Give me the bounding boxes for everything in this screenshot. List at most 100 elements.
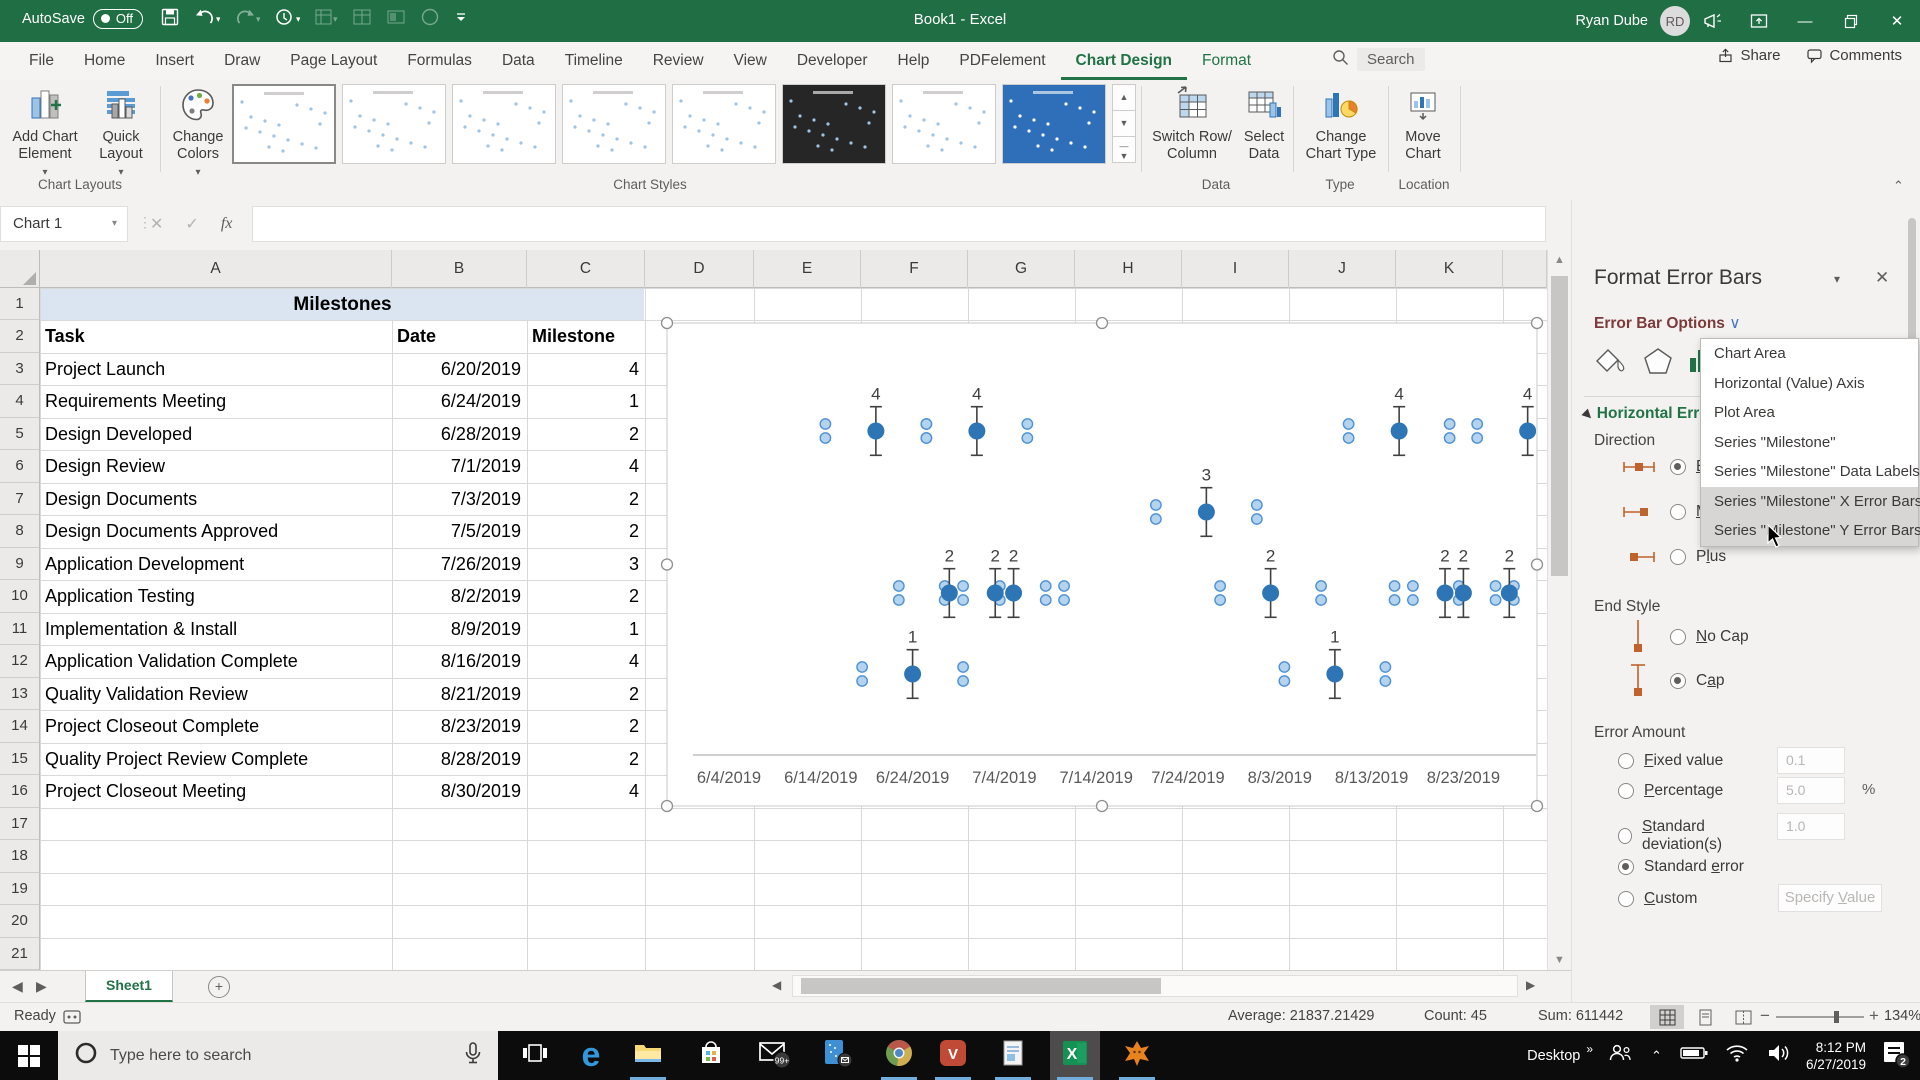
status-count[interactable]: Count: 45 (1424, 1008, 1487, 1024)
milestone-cell[interactable]: 2 (527, 580, 639, 612)
row-header-6[interactable]: 6 (0, 450, 39, 483)
minimize-button[interactable]: — (1782, 0, 1828, 42)
error-amount-fixed-value-radio[interactable] (1618, 753, 1634, 769)
close-button[interactable]: ✕ (1874, 0, 1920, 42)
header-cell-task[interactable]: Task (45, 320, 389, 352)
page-break-view-button[interactable] (1726, 1005, 1760, 1029)
tab-review[interactable]: Review (638, 42, 719, 80)
milestone-cell[interactable]: 4 (527, 353, 639, 385)
row-header-7[interactable]: 7 (0, 483, 39, 516)
date-cell[interactable]: 6/28/2019 (392, 418, 521, 450)
chart-selection-handle[interactable] (1530, 558, 1544, 571)
chart-style-thumbnail-1[interactable] (232, 84, 336, 164)
error-amount-standard-deviation-s-[interactable]: Standard deviation(s) (1618, 818, 1768, 854)
date-cell[interactable]: 8/2/2019 (392, 580, 521, 612)
tab-timeline[interactable]: Timeline (550, 42, 638, 80)
column-header-J[interactable]: J (1289, 250, 1396, 288)
dropdown-item-4[interactable]: Series "Milestone" (1701, 428, 1918, 458)
gallery-more-button[interactable]: — ▼ (1112, 136, 1136, 163)
dropdown-item-1[interactable]: Chart Area (1701, 339, 1918, 369)
move-chart-button[interactable]: Move Chart (1392, 84, 1454, 163)
autosave-pill[interactable]: Off (92, 9, 143, 29)
task-cell[interactable]: Quality Project Review Complete (45, 743, 389, 775)
user-name[interactable]: Ryan Dube (1575, 13, 1648, 29)
error-amount-fixed-value-input[interactable]: 0.1 (1777, 747, 1845, 774)
error-amount-custom[interactable]: Custom (1618, 890, 1697, 908)
row-header-3[interactable]: 3 (0, 353, 39, 386)
taskbar-app-store[interactable] (686, 1031, 736, 1080)
insert-function-icon[interactable]: fx (221, 215, 233, 233)
macro-record-icon[interactable] (62, 1007, 82, 1031)
pane-scrollbar[interactable] (1906, 210, 1918, 990)
sheet-tab-sheet1[interactable]: Sheet1 (85, 971, 173, 1002)
page-layout-view-button[interactable] (1688, 1005, 1722, 1029)
taskbar-app-excel[interactable]: X (1050, 1031, 1100, 1080)
customize-qat-icon[interactable] (454, 7, 468, 27)
microphone-icon[interactable] (462, 1041, 484, 1070)
start-button[interactable] (4, 1031, 54, 1080)
hidden-icons-chevron[interactable]: ⌃ (1651, 1048, 1662, 1064)
formula-input[interactable] (252, 206, 1546, 242)
effects-tab-icon[interactable] (1642, 346, 1674, 381)
error-amount-custom-radio[interactable] (1618, 891, 1634, 907)
task-cell[interactable]: Quality Validation Review (45, 678, 389, 710)
chart-selection-handle[interactable] (1095, 316, 1109, 330)
chart-style-thumbnail-5[interactable] (672, 84, 776, 164)
date-cell[interactable]: 8/16/2019 (392, 645, 521, 677)
vscroll-thumb[interactable] (1551, 276, 1568, 576)
touch-mode-icon[interactable]: ▾ (274, 7, 300, 27)
milestone-cell[interactable]: 2 (527, 678, 639, 710)
row-header-21[interactable]: 21 (0, 938, 39, 971)
date-cell[interactable]: 6/24/2019 (392, 385, 521, 417)
row-header-5[interactable]: 5 (0, 418, 39, 451)
error-amount-standard-deviation-s--radio[interactable] (1618, 828, 1632, 844)
select-data-button[interactable]: Select Data (1238, 84, 1290, 163)
next-sheet-icon[interactable]: ▶ (36, 978, 47, 995)
chart-style-thumbnail-4[interactable] (562, 84, 666, 164)
taskbar-app-edge[interactable]: e (566, 1031, 616, 1080)
task-cell[interactable]: Project Launch (45, 353, 389, 385)
zoom-level[interactable]: 134% (1884, 1008, 1920, 1024)
column-header-I[interactable]: I (1182, 250, 1289, 288)
chevron-right-icon[interactable]: » (1586, 1042, 1593, 1056)
tab-page-layout[interactable]: Page Layout (275, 42, 392, 80)
tab-chart-design[interactable]: Chart Design (1060, 42, 1188, 80)
milestone-cell[interactable]: 4 (527, 450, 639, 482)
task-cell[interactable]: Project Closeout Meeting (45, 775, 389, 807)
direction-plus-radio[interactable] (1670, 549, 1686, 565)
chart-style-thumbnail-3[interactable] (452, 84, 556, 164)
chart-style-thumbnail-7[interactable] (892, 84, 996, 164)
date-cell[interactable]: 8/9/2019 (392, 613, 521, 645)
date-cell[interactable]: 7/26/2019 (392, 548, 521, 580)
enter-formula-icon[interactable]: ✓ (185, 214, 198, 234)
error-amount-standard-error[interactable]: Standard error (1618, 858, 1744, 876)
row-header-12[interactable]: 12 (0, 645, 39, 678)
chart-selection-handle[interactable] (660, 799, 674, 813)
zoom-slider-track[interactable] (1776, 1011, 1864, 1023)
date-cell[interactable]: 6/20/2019 (392, 353, 521, 385)
column-header-B[interactable]: B (392, 250, 527, 288)
dropdown-item-6[interactable]: Series "Milestone" X Error Bars (1701, 486, 1920, 516)
end-style-no-cap[interactable]: No Cap (1670, 628, 1749, 646)
milestone-cell[interactable]: 4 (527, 775, 639, 807)
tell-me-search[interactable]: Search (1332, 48, 1425, 71)
new-sheet-button[interactable]: + (208, 976, 230, 998)
tab-home[interactable]: Home (69, 42, 140, 80)
action-center-icon[interactable]: 2 (1880, 1038, 1911, 1073)
task-cell[interactable]: Project Closeout Complete (45, 710, 389, 742)
date-cell[interactable]: 7/1/2019 (392, 450, 521, 482)
row-header-17[interactable]: 17 (0, 808, 39, 841)
task-cell[interactable]: Application Testing (45, 580, 389, 612)
switch-row-column-button[interactable]: Switch Row/ Column (1146, 84, 1238, 163)
autosave-toggle[interactable]: AutoSave Off (22, 9, 143, 29)
task-cell[interactable]: Design Documents (45, 483, 389, 515)
tab-formulas[interactable]: Formulas (392, 42, 487, 80)
error-amount-standard-deviation-s--input[interactable]: 1.0 (1777, 813, 1845, 840)
pane-close-icon[interactable]: ✕ (1875, 268, 1889, 288)
scroll-up-icon[interactable]: ▲ (1550, 254, 1569, 266)
scroll-down-icon[interactable]: ▼ (1550, 954, 1569, 966)
row-header-4[interactable]: 4 (0, 385, 39, 418)
chart-selection-handle[interactable] (660, 558, 674, 571)
people-icon[interactable] (1607, 1041, 1633, 1070)
hscroll-right-icon[interactable]: ▶ (1526, 978, 1535, 992)
